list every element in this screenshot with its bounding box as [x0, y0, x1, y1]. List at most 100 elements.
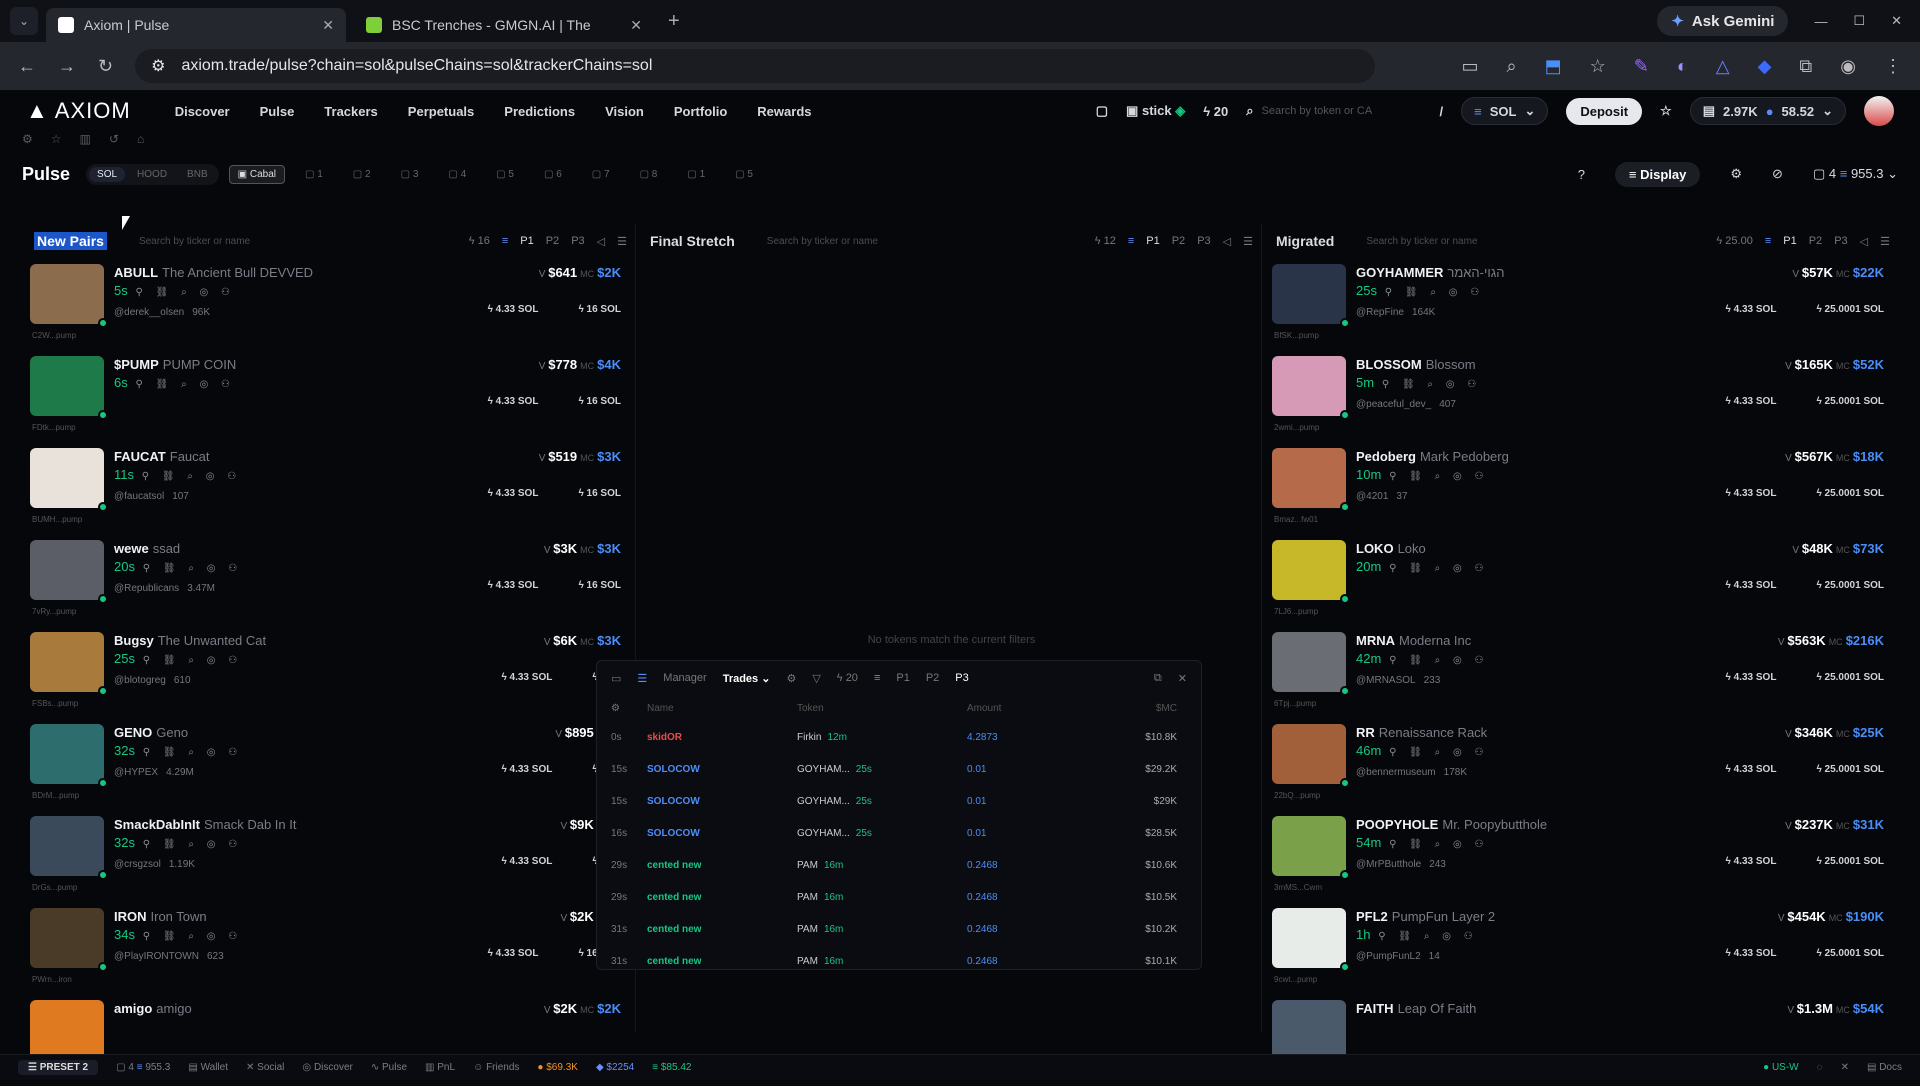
- token-row[interactable]: 22bQ...pumpRRRenaissance Rack46m ⚲ ⛓ ⌕ ◎…: [1268, 718, 1898, 810]
- footer-pulse[interactable]: ∿ Pulse: [371, 1062, 407, 1073]
- tab-search-icon[interactable]: ⌄: [10, 7, 38, 35]
- trader-name[interactable]: cented new: [647, 892, 797, 903]
- quick-buy-button[interactable]: ϟ 4.33 SOL: [488, 580, 539, 591]
- popout-icon[interactable]: ⧉: [1154, 672, 1162, 685]
- trade-token[interactable]: PAM16m: [797, 860, 967, 871]
- slot-5[interactable]: ▢ 5: [486, 169, 524, 180]
- balance-pill[interactable]: ▤2.97K●58.52⌄: [1690, 97, 1846, 125]
- filter-icon[interactable]: ▽: [812, 672, 820, 685]
- token-address[interactable]: BfSK...pump: [1274, 331, 1319, 340]
- token-address[interactable]: 6Tpj...pump: [1274, 699, 1316, 708]
- history-icon[interactable]: ↺: [109, 132, 119, 154]
- token-symbol[interactable]: GENO: [114, 725, 152, 740]
- quick-buy-button[interactable]: ϟ 25.0001 SOL: [1816, 488, 1884, 499]
- token-symbol[interactable]: wewe: [114, 541, 149, 556]
- trader-name[interactable]: SOLOCOW: [647, 828, 797, 839]
- trade-row[interactable]: 15sSOLOCOWGOYHAM...25s0.01$29.2K: [597, 753, 1201, 785]
- tab-manager[interactable]: Manager: [663, 672, 706, 684]
- preset-p3[interactable]: P3: [1197, 235, 1210, 247]
- token-symbol[interactable]: RR: [1356, 725, 1375, 740]
- token-row[interactable]: 3mMS...CwmPOOPYHOLEMr. Poopybutthole54m …: [1268, 810, 1898, 902]
- chain-selector[interactable]: ≡SOL⌄: [1461, 97, 1548, 125]
- sound-icon[interactable]: ◁: [597, 235, 605, 248]
- trader-name[interactable]: skidOR: [647, 732, 797, 743]
- token-row[interactable]: 6Tpj...pumpMRNAModerna Inc42m ⚲ ⛓ ⌕ ◎ ⚇@…: [1268, 626, 1898, 718]
- trade-token[interactable]: PAM16m: [797, 956, 967, 967]
- tab-gmgn[interactable]: BSC Trenches - GMGN.AI | The ✕: [354, 8, 654, 42]
- footer-social[interactable]: ✕ Social: [246, 1062, 284, 1073]
- trade-row[interactable]: 16sSOLOCOWGOYHAM...25s0.01$28.5K: [597, 817, 1201, 849]
- token-row[interactable]: DrGs...pumpSmackDabInItSmack Dab In It32…: [26, 810, 635, 902]
- token-image[interactable]: 2wmi...pump: [1272, 356, 1346, 416]
- token-address[interactable]: 3mMS...Cwm: [1274, 883, 1322, 892]
- trader-name[interactable]: SOLOCOW: [647, 796, 797, 807]
- token-row[interactable]: BfSK...pumpGOYHAMMERהגוי-האמר25s ⚲ ⛓ ⌕ ◎…: [1268, 258, 1898, 350]
- token-address[interactable]: Bmaz...fw01: [1274, 515, 1318, 524]
- twitter-handle[interactable]: @HYPEX: [114, 767, 158, 778]
- filter-icon[interactable]: ☰: [1880, 235, 1890, 248]
- quick-buy-button[interactable]: ϟ 25.0001 SOL: [1816, 396, 1884, 407]
- close-window-icon[interactable]: ✕: [1891, 13, 1902, 29]
- token-symbol[interactable]: POOPYHOLE: [1356, 817, 1438, 832]
- trade-row[interactable]: 31scented newPAM16m0.2468$10.2K: [597, 913, 1201, 945]
- deposit-button[interactable]: Deposit: [1566, 98, 1642, 125]
- token-image[interactable]: DrGs...pump: [30, 816, 104, 876]
- trade-row[interactable]: 29scented newPAM16m0.2468$10.5K: [597, 881, 1201, 913]
- quick-buy-button[interactable]: ϟ 25.0001 SOL: [1816, 580, 1884, 591]
- sound-icon[interactable]: ◁: [1223, 235, 1231, 248]
- twitter-handle[interactable]: @derek__olsen: [114, 307, 184, 318]
- token-address[interactable]: 7vRy...pump: [32, 607, 76, 616]
- list-icon[interactable]: ☰: [637, 672, 647, 685]
- preset-p2[interactable]: P2: [926, 672, 939, 684]
- token-address[interactable]: FSBs...pump: [32, 699, 78, 708]
- token-address[interactable]: 9cwt...pump: [1274, 975, 1317, 984]
- column-search-input[interactable]: Search by ticker or name: [119, 236, 457, 247]
- nav-trackers[interactable]: Trackers: [324, 104, 378, 119]
- quick-buy-button[interactable]: ϟ 4.33 SOL: [1726, 672, 1777, 683]
- quick-buy-button[interactable]: ϟ 4.33 SOL: [1726, 396, 1777, 407]
- trader-name[interactable]: cented new: [647, 924, 797, 935]
- nav-rewards[interactable]: Rewards: [757, 104, 811, 119]
- forward-icon[interactable]: →: [58, 56, 76, 77]
- quick-buy-button[interactable]: ϟ 4.33 SOL: [488, 488, 539, 499]
- help-icon[interactable]: ?: [1578, 167, 1585, 182]
- hide-icon[interactable]: ⊘: [1772, 166, 1783, 182]
- quick-buy-button[interactable]: ϟ 4.33 SOL: [501, 672, 552, 683]
- preset-p3[interactable]: P3: [955, 672, 968, 684]
- token-image[interactable]: FDtk...pump: [30, 356, 104, 416]
- token-row[interactable]: FSBs...pumpBugsyThe Unwanted Cat25s ⚲ ⛓ …: [26, 626, 635, 718]
- close-icon[interactable]: ✕: [322, 17, 334, 34]
- slot-3[interactable]: ▢ 3: [391, 169, 429, 180]
- maximize-icon[interactable]: ☐: [1853, 13, 1865, 29]
- trade-token[interactable]: GOYHAM...25s: [797, 796, 967, 807]
- token-address[interactable]: 2wmi...pump: [1274, 423, 1319, 432]
- install-icon[interactable]: ⬒: [1545, 56, 1562, 77]
- token-address[interactable]: 7LJ6...pump: [1274, 607, 1318, 616]
- minimize-icon[interactable]: —: [1814, 14, 1827, 29]
- quick-buy-button[interactable]: ϟ 4.33 SOL: [1726, 580, 1777, 591]
- token-image[interactable]: 9cwt...pump: [1272, 908, 1346, 968]
- chain-sol[interactable]: SOL: [89, 167, 125, 182]
- token-address[interactable]: 22bQ...pump: [1274, 791, 1320, 800]
- extension-shield-icon[interactable]: ◆: [1758, 56, 1772, 77]
- sound-icon[interactable]: ◁: [1860, 235, 1868, 248]
- nav-predictions[interactable]: Predictions: [504, 104, 575, 119]
- footer-bell-icon[interactable]: ◌: [1817, 1062, 1823, 1073]
- token-symbol[interactable]: amigo: [114, 1001, 152, 1016]
- nav-pulse[interactable]: Pulse: [260, 104, 295, 119]
- settings-icon[interactable]: ⚙: [1730, 166, 1742, 182]
- nav-perpetuals[interactable]: Perpetuals: [408, 104, 474, 119]
- quick-buy-button[interactable]: ϟ 4.33 SOL: [1726, 856, 1777, 867]
- back-icon[interactable]: ←: [18, 56, 36, 77]
- trade-row[interactable]: 15sSOLOCOWGOYHAM...25s0.01$29K: [597, 785, 1201, 817]
- preset-p1[interactable]: P1: [520, 235, 533, 247]
- quick-buy-button[interactable]: ϟ 16 SOL: [578, 396, 621, 407]
- twitter-handle[interactable]: @peaceful_dev_: [1356, 399, 1431, 410]
- trader-name[interactable]: cented new: [647, 860, 797, 871]
- search-input[interactable]: Search by token or CA: [1262, 105, 1432, 117]
- quick-buy-button[interactable]: ϟ 16 SOL: [578, 580, 621, 591]
- slot-10[interactable]: ▢ 5: [725, 169, 763, 180]
- bookmark-star-icon[interactable]: ☆: [1590, 56, 1606, 77]
- token-image[interactable]: [30, 1000, 104, 1060]
- quick-buy-button[interactable]: ϟ 25.0001 SOL: [1816, 764, 1884, 775]
